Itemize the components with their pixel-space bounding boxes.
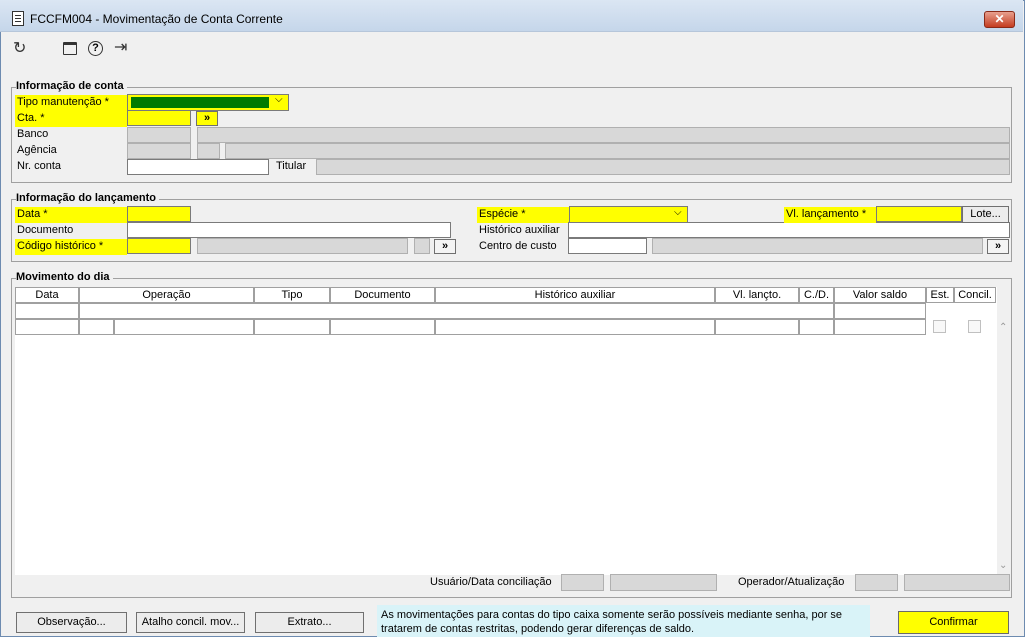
scroll-down-icon[interactable]: ⌄ — [999, 560, 1007, 571]
help-icon[interactable]: ? — [88, 41, 103, 56]
est-checkbox[interactable] — [933, 320, 946, 333]
tipo-manutencao-select[interactable]: ⌵ — [127, 94, 289, 111]
codigo-historico-desc-field — [197, 238, 408, 254]
info-message-line-1: As movimentações para contas do tipo cai… — [381, 609, 843, 621]
agencia-digit-field — [197, 143, 220, 159]
agencia-code-field — [127, 143, 191, 159]
cta-label: Cta. * — [15, 111, 127, 127]
especie-select[interactable]: ⌵ — [569, 206, 688, 223]
centro-custo-label: Centro de custo — [479, 240, 557, 252]
atualizacao-field — [904, 574, 1010, 591]
codigo-historico-input[interactable] — [127, 238, 191, 254]
column-header-est[interactable]: Est. — [926, 287, 954, 303]
table-row-1-cell-saldo[interactable] — [834, 303, 926, 319]
banco-name-field — [197, 127, 1010, 143]
titular-field — [316, 159, 1010, 175]
vl-lancamento-input[interactable] — [876, 206, 962, 222]
codigo-historico-extra-field — [414, 238, 430, 254]
table-row-2-cell-op-code[interactable] — [79, 319, 114, 335]
codigo-historico-lookup-button[interactable]: » — [434, 239, 456, 254]
exit-icon[interactable]: ⇥ — [114, 40, 127, 56]
table-row-1-cell-span[interactable] — [79, 303, 834, 319]
data-conciliacao-field — [610, 574, 717, 591]
operador-atualizacao-label: Operador/Atualização — [738, 576, 845, 588]
column-header-historico-auxiliar[interactable]: Histórico auxiliar — [435, 287, 715, 303]
document-icon — [12, 11, 24, 26]
window-title: FCCFM004 - Movimentação de Conta Corrent… — [30, 12, 283, 26]
vl-lancamento-label: Vl. lançamento * — [784, 207, 876, 223]
usuario-conciliacao-field — [561, 574, 604, 591]
nr-conta-input[interactable] — [127, 159, 269, 175]
concil-checkbox[interactable] — [968, 320, 981, 333]
column-header-operacao[interactable]: Operação — [79, 287, 254, 303]
observacao-button[interactable]: Observação... — [16, 612, 127, 633]
selected-value-highlight — [131, 97, 269, 108]
column-header-documento[interactable]: Documento — [330, 287, 435, 303]
data-label: Data * — [15, 207, 127, 223]
lote-button[interactable]: Lote... — [962, 206, 1009, 223]
documento-label: Documento — [17, 224, 74, 236]
column-header-cd[interactable]: C./D. — [799, 287, 834, 303]
usuario-data-conciliacao-label: Usuário/Data conciliação — [430, 576, 552, 588]
operador-field — [855, 574, 898, 591]
centro-custo-desc-field — [652, 238, 983, 254]
nr-conta-label: Nr. conta — [17, 160, 62, 172]
info-message-line-2: tratarem de contas restritas, podendo ge… — [381, 623, 695, 635]
titular-label: Titular — [276, 160, 307, 172]
chevron-down-icon: ⌵ — [674, 207, 682, 218]
centro-custo-lookup-button[interactable]: » — [987, 239, 1009, 254]
agencia-label: Agência — [17, 144, 57, 156]
table-row-2-cell-operacao[interactable] — [114, 319, 254, 335]
column-header-tipo[interactable]: Tipo — [254, 287, 330, 303]
chevron-down-icon: ⌵ — [275, 94, 283, 105]
agencia-name-field — [225, 143, 1010, 159]
table-row-2-cell-saldo[interactable] — [834, 319, 926, 335]
historico-auxiliar-input[interactable] — [568, 222, 1010, 238]
table-row-2-cell-cd[interactable] — [799, 319, 834, 335]
table-row-1-cell-data[interactable] — [15, 303, 79, 319]
column-header-vl-lancto[interactable]: Vl. lançto. — [715, 287, 799, 303]
info-message: As movimentações para contas do tipo cai… — [377, 605, 870, 637]
account-info-title: Informação de conta — [16, 80, 127, 92]
especie-label: Espécie * — [477, 207, 569, 223]
codigo-historico-label: Código histórico * — [15, 239, 127, 255]
confirmar-button[interactable]: Confirmar — [898, 611, 1009, 634]
calendar-icon[interactable] — [63, 42, 77, 55]
grid-vertical-scrollbar[interactable] — [997, 318, 1010, 575]
table-row-2-cell-data[interactable] — [15, 319, 79, 335]
banco-code-field — [127, 127, 191, 143]
column-header-concil[interactable]: Concil. — [954, 287, 996, 303]
table-row-2-cell-historico[interactable] — [435, 319, 715, 335]
tipo-manutencao-label: Tipo manutenção * — [15, 95, 127, 111]
banco-label: Banco — [17, 128, 49, 140]
daily-movement-title: Movimento do dia — [16, 271, 113, 283]
close-button[interactable]: ✕ — [984, 11, 1015, 28]
cta-input[interactable] — [127, 110, 191, 126]
centro-custo-input[interactable] — [568, 238, 647, 254]
documento-input[interactable] — [127, 222, 451, 238]
column-header-valor-saldo[interactable]: Valor saldo — [834, 287, 926, 303]
refresh-icon[interactable]: ↻ — [13, 41, 26, 57]
scroll-up-icon[interactable]: ⌃ — [999, 322, 1007, 333]
extrato-button[interactable]: Extrato... — [255, 612, 364, 633]
cta-lookup-button[interactable]: » — [196, 111, 218, 126]
table-row-2-cell-documento[interactable] — [330, 319, 435, 335]
table-row-2-cell-tipo[interactable] — [254, 319, 330, 335]
atalho-concil-mov-button[interactable]: Atalho concil. mov... — [136, 612, 245, 633]
entry-info-title: Informação do lançamento — [16, 192, 159, 204]
column-header-data[interactable]: Data — [15, 287, 79, 303]
historico-auxiliar-label: Histórico auxiliar — [479, 224, 560, 236]
table-row-2-cell-vl-lancto[interactable] — [715, 319, 799, 335]
data-input[interactable] — [127, 206, 191, 222]
